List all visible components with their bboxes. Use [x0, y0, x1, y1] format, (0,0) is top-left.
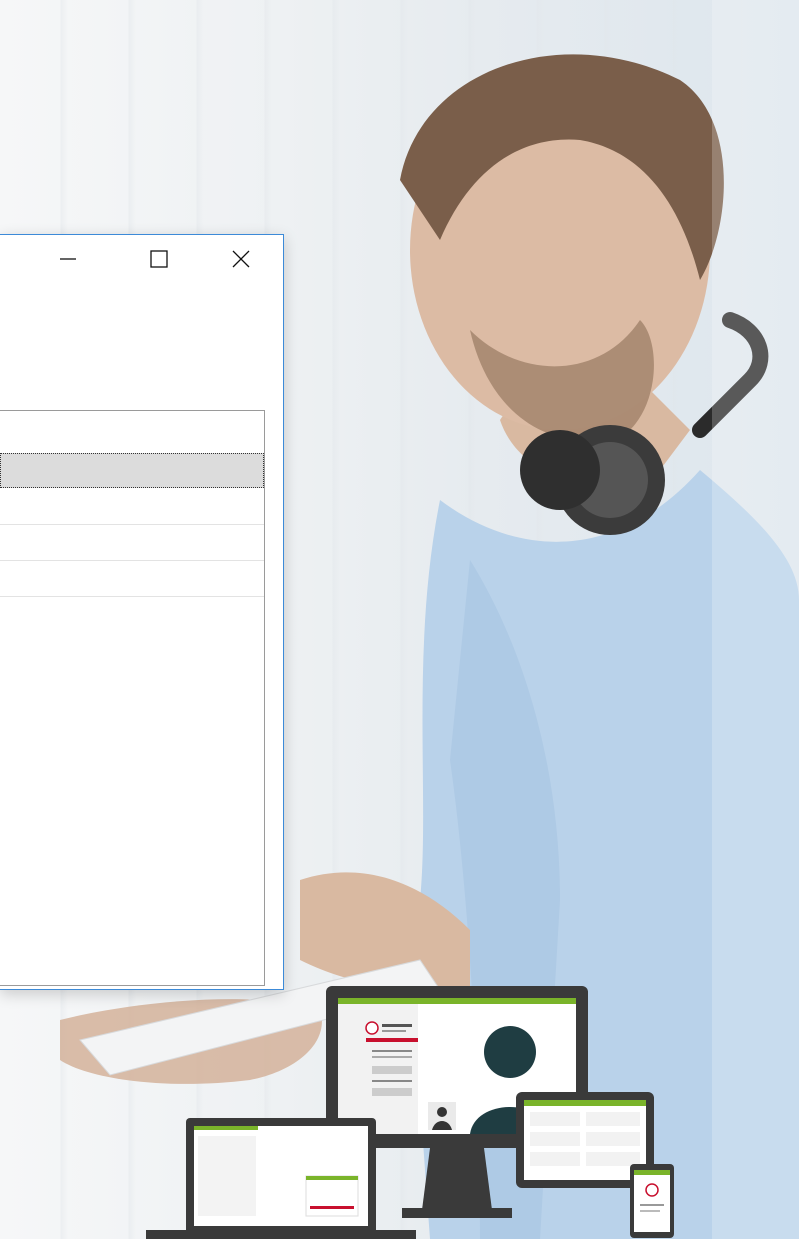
- list-item[interactable]: [0, 489, 264, 525]
- multi-device-illustration: [146, 986, 674, 1239]
- right-edge-overlay: [712, 0, 799, 1239]
- list-header: [0, 411, 264, 452]
- maximize-icon: [150, 250, 168, 268]
- minimize-icon: [60, 258, 76, 260]
- list-view[interactable]: [0, 410, 265, 986]
- list-item[interactable]: [0, 525, 264, 561]
- maximize-button[interactable]: [137, 241, 181, 277]
- minimize-button[interactable]: [46, 241, 90, 277]
- close-button[interactable]: [219, 241, 263, 277]
- list-item[interactable]: [0, 561, 264, 597]
- close-icon: [232, 250, 250, 268]
- title-bar[interactable]: [0, 235, 283, 283]
- app-window: [0, 234, 284, 990]
- list-item[interactable]: [0, 453, 264, 488]
